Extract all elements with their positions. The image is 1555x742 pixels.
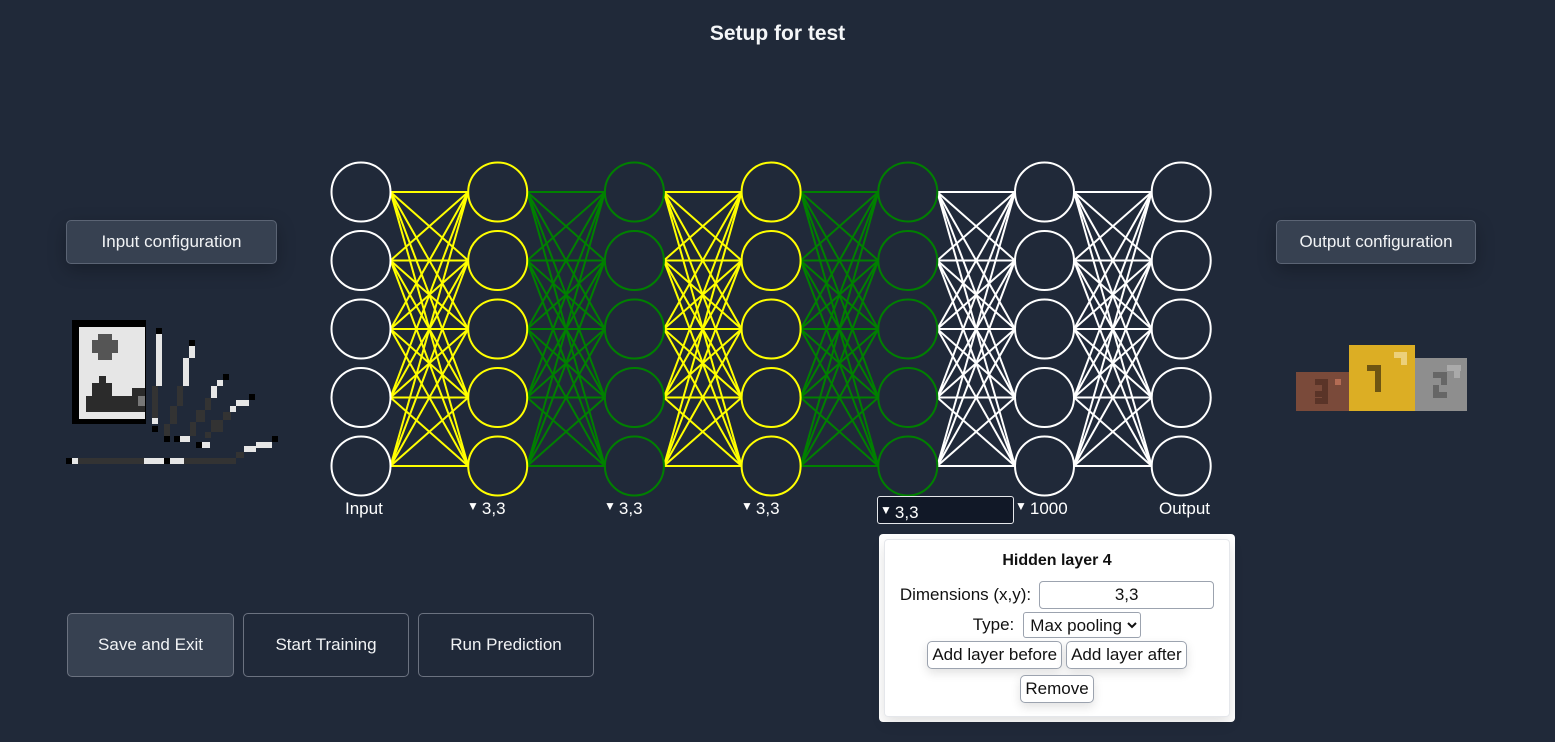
layer-3-dropdown[interactable]: ▼ 3,3 <box>741 499 780 519</box>
neuron-node[interactable] <box>603 230 665 291</box>
layer-settings-popup: Hidden layer 4 Dimensions (x,y): Type: M… <box>879 534 1235 722</box>
neuron-node[interactable] <box>467 161 529 223</box>
add-layer-after-button[interactable]: Add layer after <box>1066 641 1187 669</box>
layer-type-select[interactable]: Max pooling <box>1023 612 1142 638</box>
layer-size-label: 1000 <box>1029 499 1068 518</box>
layer-0-label: Input <box>345 499 383 519</box>
neuron-node[interactable] <box>877 298 939 360</box>
layer-1-dropdown[interactable]: ▼ 3,3 <box>467 499 506 519</box>
neuron-node[interactable] <box>1150 161 1212 223</box>
layer-5-nodes[interactable] <box>1014 161 1075 497</box>
caret-down-icon: ▼ <box>1015 499 1027 513</box>
layer-size-label: 3,3 <box>755 499 780 518</box>
neuron-node[interactable] <box>740 435 802 497</box>
neuron-node[interactable] <box>1014 435 1075 497</box>
connections-4-5 <box>936 191 1016 467</box>
connections-1-2 <box>526 191 606 467</box>
neuron-node[interactable] <box>1014 298 1075 360</box>
neuron-node[interactable] <box>603 298 665 360</box>
connections-5-6 <box>1073 191 1153 467</box>
neuron-node[interactable] <box>330 161 392 223</box>
neuron-node[interactable] <box>1150 298 1212 360</box>
layer-size-label: Input <box>345 499 383 518</box>
remove-row: Remove <box>885 675 1229 703</box>
neuron-node[interactable] <box>877 435 939 497</box>
layer-size-label: 3,3 <box>894 503 919 522</box>
layer-5-dropdown[interactable]: ▼ 1000 <box>1015 499 1068 519</box>
neuron-node[interactable] <box>877 161 939 223</box>
caret-down-icon: ▼ <box>467 499 479 513</box>
connections-0-1 <box>389 191 470 467</box>
popup-title: Hidden layer 4 <box>1002 552 1112 569</box>
layer-size-label: 3,3 <box>618 499 643 518</box>
add-layer-row: Add layer before Add layer after <box>885 641 1229 669</box>
neuron-node[interactable] <box>740 298 802 360</box>
layer-6-nodes[interactable] <box>1150 161 1212 497</box>
layer-4-nodes[interactable] <box>877 161 939 497</box>
caret-down-icon: ▼ <box>741 499 753 513</box>
neuron-node[interactable] <box>1150 435 1212 497</box>
neuron-node[interactable] <box>467 230 529 291</box>
type-row: Type: Max pooling <box>885 612 1229 638</box>
start-training-button[interactable]: Start Training <box>243 613 409 677</box>
caret-down-icon: ▼ <box>604 499 616 513</box>
neuron-node[interactable] <box>1014 367 1075 428</box>
neuron-node[interactable] <box>467 435 529 497</box>
layer-6-label: Output <box>1159 499 1210 519</box>
dimensions-row: Dimensions (x,y): <box>885 581 1229 609</box>
neuron-node[interactable] <box>740 367 802 428</box>
neuron-node[interactable] <box>603 435 665 497</box>
neuron-node[interactable] <box>1014 161 1075 223</box>
layer-size-label: Output <box>1159 499 1211 518</box>
layer-2-dropdown[interactable]: ▼ 3,3 <box>604 499 643 519</box>
layer-settings-panel: Hidden layer 4 Dimensions (x,y): Type: M… <box>884 539 1230 717</box>
neuron-node[interactable] <box>330 298 392 360</box>
neuron-node[interactable] <box>603 367 665 428</box>
neuron-node[interactable] <box>330 367 392 428</box>
connections-3-4 <box>799 191 880 467</box>
layer-3-nodes[interactable] <box>740 161 802 497</box>
run-prediction-button[interactable]: Run Prediction <box>418 613 594 677</box>
layer-4-dropdown[interactable]: ▼ 3,3 <box>877 496 1014 524</box>
save-and-exit-button[interactable]: Save and Exit <box>67 613 234 677</box>
neuron-node[interactable] <box>603 161 665 223</box>
neuron-node[interactable] <box>740 161 802 223</box>
neuron-node[interactable] <box>1014 230 1075 291</box>
dimensions-label: Dimensions (x,y): <box>899 585 1032 604</box>
neuron-node[interactable] <box>877 230 939 291</box>
layer-0-nodes[interactable] <box>330 161 392 497</box>
neuron-node[interactable] <box>1150 367 1212 428</box>
remove-layer-button[interactable]: Remove <box>1020 675 1094 703</box>
neuron-node[interactable] <box>877 367 939 428</box>
add-layer-before-button[interactable]: Add layer before <box>927 641 1063 669</box>
caret-down-icon: ▼ <box>880 503 892 517</box>
type-label: Type: <box>972 615 1015 634</box>
layer-1-nodes[interactable] <box>467 161 529 497</box>
dimensions-input[interactable] <box>1039 581 1215 609</box>
neuron-node[interactable] <box>740 230 802 291</box>
neuron-node[interactable] <box>1150 230 1212 291</box>
neuron-node[interactable] <box>330 230 392 291</box>
neuron-node[interactable] <box>330 435 392 497</box>
neuron-node[interactable] <box>467 298 529 360</box>
connections-2-3 <box>662 191 743 467</box>
layer-2-nodes[interactable] <box>603 161 665 497</box>
neuron-node[interactable] <box>467 367 529 428</box>
layer-size-label: 3,3 <box>481 499 506 518</box>
